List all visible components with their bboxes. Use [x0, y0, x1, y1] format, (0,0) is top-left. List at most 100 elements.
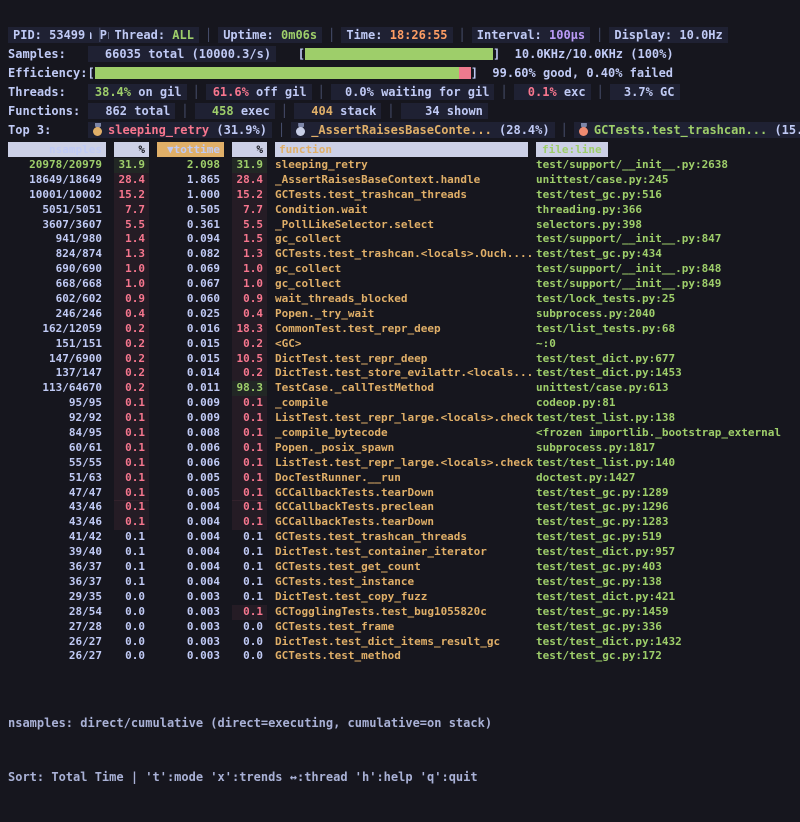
- stat-segment: 38.4% on gil: [88, 84, 187, 100]
- stat-segment: 458 exec: [195, 103, 275, 119]
- nsamples-cell: 43/46: [8, 515, 106, 530]
- table-row[interactable]: 43/460.10.0040.1GCCallbackTests.preclean…: [8, 500, 800, 515]
- cumulative-percent-cell: 31.9: [232, 158, 267, 173]
- table-row[interactable]: 246/2460.40.0250.4Popen._try_waitsubproc…: [8, 307, 800, 322]
- cumulative-percent-cell: 98.3: [232, 381, 267, 396]
- table-row[interactable]: 28/540.00.0030.1GCTogglingTests.test_bug…: [8, 605, 800, 620]
- tottime-cell: 0.094: [157, 232, 224, 247]
- function-cell: sleeping_retry: [275, 158, 528, 173]
- direct-percent-cell: 0.1: [114, 426, 149, 441]
- table-row[interactable]: 10001/1000215.21.00015.2GCTests.test_tra…: [8, 188, 800, 203]
- tottime-cell: 0.004: [157, 560, 224, 575]
- cumulative-percent-cell: 1.5: [232, 232, 267, 247]
- table-row[interactable]: 20978/2097931.92.09831.9sleeping_retryte…: [8, 158, 800, 173]
- function-cell: GCTests.test_instance: [275, 575, 528, 590]
- column-header-tottime[interactable]: ▼tottime: [157, 142, 224, 157]
- function-cell: Popen._posix_spawn: [275, 441, 528, 456]
- cumulative-percent-cell: 0.1: [232, 396, 267, 411]
- samples-line: Samples:66035 total (10000.3/s) [] 10.0K…: [8, 45, 800, 64]
- table-row[interactable]: 113/646700.20.01198.3TestCase._callTestM…: [8, 381, 800, 396]
- table-row[interactable]: 668/6681.00.0671.0gc_collecttest/support…: [8, 277, 800, 292]
- column-header-%[interactable]: %: [114, 142, 149, 157]
- direct-percent-cell: 0.1: [114, 575, 149, 590]
- tottime-cell: 0.004: [157, 575, 224, 590]
- threads-label: Threads:: [8, 83, 88, 102]
- table-row[interactable]: 26/270.00.0030.0DictTest.test_dict_items…: [8, 635, 800, 650]
- cumulative-percent-cell: 0.0: [232, 635, 267, 650]
- column-header-nsamples[interactable]: nsamples: [8, 142, 106, 157]
- table-row[interactable]: 51/630.10.0050.1DocTestRunner.__rundocte…: [8, 471, 800, 486]
- function-cell: DictTest.test_copy_fuzz: [275, 590, 528, 605]
- tottime-cell: 0.008: [157, 426, 224, 441]
- cumulative-percent-cell: 0.4: [232, 307, 267, 322]
- tottime-cell: 0.003: [157, 635, 224, 650]
- table-row[interactable]: 941/9801.40.0941.5gc_collecttest/support…: [8, 232, 800, 247]
- tottime-cell: 0.361: [157, 218, 224, 233]
- function-cell: wait_threads_blocked: [275, 292, 528, 307]
- function-cell: GCTests.test_trashcan_threads: [275, 530, 528, 545]
- nsamples-cell: 147/6900: [8, 352, 106, 367]
- table-row[interactable]: 55/550.10.0060.1ListTest.test_repr_large…: [8, 456, 800, 471]
- tottime-cell: 0.004: [157, 515, 224, 530]
- table-row[interactable]: 84/950.10.0080.1_compile_bytecode<frozen…: [8, 426, 800, 441]
- table-row[interactable]: 43/460.10.0040.1GCCallbackTests.tearDown…: [8, 515, 800, 530]
- function-cell: GCCallbackTests.preclean: [275, 500, 528, 515]
- table-row[interactable]: 41/420.10.0040.1GCTests.test_trashcan_th…: [8, 530, 800, 545]
- file-line-cell: subprocess.py:2040: [536, 307, 800, 322]
- function-cell: gc_collect: [275, 262, 528, 277]
- table-row[interactable]: 18649/1864928.41.86528.4_AssertRaisesBas…: [8, 173, 800, 188]
- stat-value: 0.0%: [336, 83, 374, 102]
- nsamples-cell: 36/37: [8, 575, 106, 590]
- column-header-function[interactable]: function: [275, 142, 528, 157]
- file-line-cell: codeop.py:81: [536, 396, 800, 411]
- table-row[interactable]: 137/1470.20.0140.2DictTest.test_store_ev…: [8, 366, 800, 381]
- stat-value: 0.1%: [519, 83, 557, 102]
- stat-label: shown: [440, 104, 483, 118]
- table-row[interactable]: 95/950.10.0090.1_compilecodeop.py:81: [8, 396, 800, 411]
- file-line-cell: test/support/__init__.py:2638: [536, 158, 800, 173]
- stat-segment: 34 shown: [401, 103, 488, 119]
- separator-icon: │: [193, 85, 200, 99]
- samples-count-suffix: total (10000.3/s): [141, 47, 271, 61]
- table-row[interactable]: 5051/50517.70.5057.7Condition.waitthread…: [8, 203, 800, 218]
- direct-percent-cell: 31.9: [114, 158, 149, 173]
- tottime-cell: 0.011: [157, 381, 224, 396]
- tottime-cell: 0.004: [157, 545, 224, 560]
- table-row[interactable]: 36/370.10.0040.1GCTests.test_instancetes…: [8, 575, 800, 590]
- nsamples-cell: 10001/10002: [8, 188, 106, 203]
- table-row[interactable]: 39/400.10.0040.1DictTest.test_container_…: [8, 545, 800, 560]
- table-row[interactable]: 27/280.00.0030.0GCTests.test_frametest/t…: [8, 620, 800, 635]
- tottime-cell: 1.000: [157, 188, 224, 203]
- bar-close-bracket: ]: [471, 66, 478, 80]
- table-row[interactable]: 26/270.00.0030.0GCTests.test_methodtest/…: [8, 649, 800, 664]
- status-segment-value: 0m06s: [281, 28, 317, 42]
- tottime-cell: 0.016: [157, 322, 224, 337]
- cumulative-percent-cell: 0.1: [232, 456, 267, 471]
- column-header-%[interactable]: %: [232, 142, 267, 157]
- table-row[interactable]: 602/6020.90.0600.9wait_threads_blockedte…: [8, 292, 800, 307]
- file-line-cell: selectors.py:398: [536, 218, 800, 233]
- function-cell: DictTest.test_repr_deep: [275, 352, 528, 367]
- table-row[interactable]: 690/6901.00.0691.0gc_collecttest/support…: [8, 262, 800, 277]
- file-line-cell: test/test_gc.py:434: [536, 247, 800, 262]
- table-row[interactable]: 147/69000.20.01510.5DictTest.test_repr_d…: [8, 352, 800, 367]
- table-row[interactable]: 47/470.10.0050.1GCCallbackTests.tearDown…: [8, 486, 800, 501]
- column-header-fileline[interactable]: file:line: [536, 142, 608, 157]
- table-row[interactable]: 824/8741.30.0821.3GCTests.test_trashcan.…: [8, 247, 800, 262]
- stat-label: GC: [653, 85, 675, 99]
- table-row[interactable]: 36/370.10.0040.1GCTests.test_get_countte…: [8, 560, 800, 575]
- efficiency-bar-good-fill: [95, 67, 460, 79]
- direct-percent-cell: 0.2: [114, 322, 149, 337]
- table-row[interactable]: 29/350.00.0030.1DictTest.test_copy_fuzzt…: [8, 590, 800, 605]
- tottime-cell: 0.005: [157, 471, 224, 486]
- function-cell: _PollLikeSelector.select: [275, 218, 528, 233]
- table-row[interactable]: 3607/36075.50.3615.5_PollLikeSelector.se…: [8, 218, 800, 233]
- table-row[interactable]: 162/120590.20.01618.3CommonTest.test_rep…: [8, 322, 800, 337]
- table-row[interactable]: 151/1510.20.0150.2<GC>~:0: [8, 337, 800, 352]
- table-row[interactable]: 92/920.10.0090.1ListTest.test_repr_large…: [8, 411, 800, 426]
- table-row[interactable]: 60/610.10.0060.1Popen._posix_spawnsubpro…: [8, 441, 800, 456]
- function-cell: GCTests.test_frame: [275, 620, 528, 635]
- function-cell: GCTests.test_trashcan_threads: [275, 188, 528, 203]
- nsamples-cell: 39/40: [8, 545, 106, 560]
- stat-label: on gil: [131, 85, 182, 99]
